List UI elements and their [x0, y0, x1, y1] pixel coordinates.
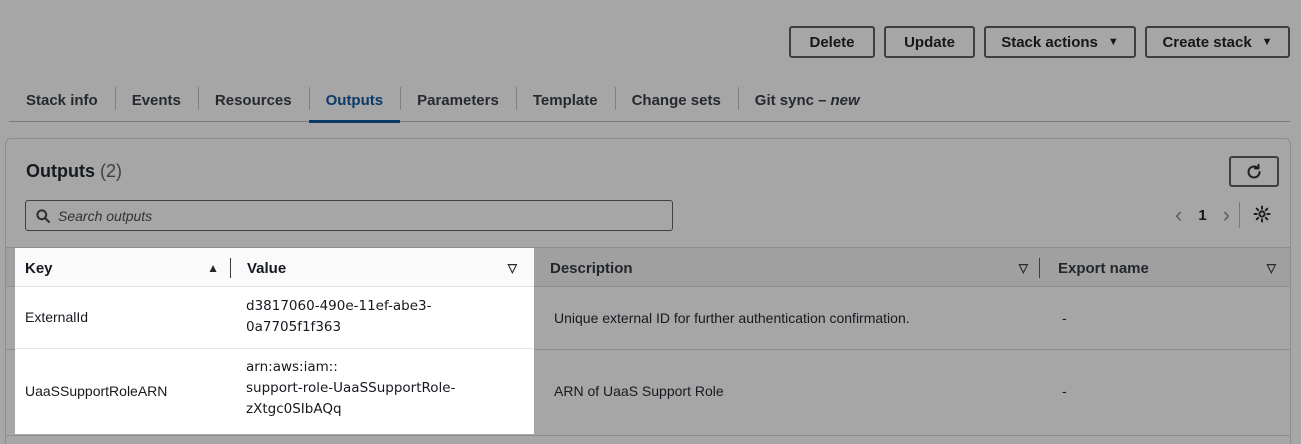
tab-label: Git sync –: [754, 91, 827, 109]
column-header-key[interactable]: Key ▲: [25, 248, 231, 288]
caret-down-icon: ▼: [1261, 36, 1273, 48]
sort-caret-icon[interactable]: ▽: [1267, 261, 1276, 275]
tab-label: Outputs: [325, 91, 384, 109]
gear-icon: [1253, 205, 1271, 223]
column-label: Key: [25, 259, 53, 277]
column-label: Value: [247, 259, 287, 277]
key-cell: UaaSSupportRoleARN: [25, 383, 168, 399]
stack-actions-label: Stack actions: [1001, 33, 1098, 51]
column-header-description[interactable]: Description ▽: [550, 248, 1040, 288]
tab-template[interactable]: Template: [515, 78, 615, 122]
table-row: ExternalId d3817060-490e-11ef-abe3- 0a77…: [15, 287, 534, 349]
tab-outputs[interactable]: Outputs: [308, 78, 401, 123]
column-header-export-name[interactable]: Export name ▽: [1058, 248, 1284, 288]
sort-caret-icon[interactable]: ▽: [508, 261, 517, 275]
value-line: d3817060-490e-11ef-abe3-: [246, 298, 432, 314]
current-page[interactable]: 1: [1198, 207, 1206, 224]
tab-change-sets[interactable]: Change sets: [614, 78, 738, 122]
new-badge: new: [830, 91, 860, 109]
tab-label: Change sets: [631, 91, 721, 109]
refresh-icon: [1247, 163, 1261, 178]
search-icon: [36, 208, 50, 223]
value-line: 0a7705f1f363: [246, 319, 342, 335]
update-button[interactable]: Update: [884, 26, 975, 58]
chevron-right-icon[interactable]: ›: [1223, 202, 1230, 228]
tab-label: Parameters: [417, 91, 499, 109]
value-line: zXtgc0SIbAQq: [246, 401, 342, 417]
column-label: Description: [550, 259, 633, 277]
delete-button[interactable]: Delete: [789, 26, 875, 58]
caret-down-icon: ▼: [1107, 36, 1119, 48]
search-field[interactable]: [25, 200, 673, 231]
tab-label: Stack info: [26, 91, 98, 109]
table-header: Key ▲ Value ▽: [15, 248, 534, 287]
outputs-title: Outputs: [26, 161, 95, 181]
delete-button-label: Delete: [809, 33, 855, 51]
column-divider[interactable]: [1039, 258, 1040, 278]
value-cell: arn:aws:iam:: support-role-UaaSSupportRo…: [246, 357, 455, 420]
tab-events[interactable]: Events: [114, 78, 198, 122]
export-name-cell: -: [1062, 310, 1067, 326]
outputs-count: (2): [100, 161, 123, 181]
create-stack-label: Create stack: [1162, 33, 1252, 51]
tab-parameters[interactable]: Parameters: [400, 78, 516, 122]
tab-git-sync[interactable]: Git sync – new: [737, 78, 877, 122]
sort-caret-icon[interactable]: ▽: [1019, 261, 1028, 275]
description-cell: ARN of UaaS Support Role: [554, 382, 724, 399]
value-cell: d3817060-490e-11ef-abe3- 0a7705f1f363: [246, 296, 432, 338]
description-cell: Unique external ID for further authentic…: [554, 310, 910, 326]
stack-tabs: Stack info Events Resources Outputs Para…: [9, 78, 1290, 123]
value-line: support-role-UaaSSupportRole-: [246, 380, 456, 396]
sort-ascending-icon[interactable]: ▲: [207, 261, 219, 275]
chevron-left-icon[interactable]: ‹: [1175, 202, 1182, 228]
refresh-button[interactable]: [1229, 156, 1279, 187]
tab-label: Template: [532, 91, 598, 109]
update-button-label: Update: [904, 33, 955, 51]
search-input[interactable]: [58, 207, 648, 224]
highlighted-key-value-region: Key ▲ Value ▽ ExternalId d3817060-490e-1…: [15, 248, 534, 434]
stack-actions-dropdown[interactable]: Stack actions ▼: [984, 26, 1136, 58]
column-label: Export name: [1058, 259, 1149, 277]
key-cell: ExternalId: [25, 309, 89, 325]
column-header-value[interactable]: Value ▽: [247, 248, 525, 288]
pagination: ‹ 1 ›: [1175, 202, 1230, 228]
preferences-button[interactable]: [1253, 205, 1273, 225]
column-divider[interactable]: [230, 258, 231, 278]
divider: [1239, 202, 1240, 228]
outputs-heading: Outputs (2): [26, 161, 122, 182]
tab-stack-info[interactable]: Stack info: [9, 78, 115, 122]
tab-label: Resources: [214, 91, 292, 109]
create-stack-dropdown[interactable]: Create stack ▼: [1145, 26, 1290, 58]
tab-label: Events: [131, 91, 181, 109]
tab-resources[interactable]: Resources: [197, 78, 309, 122]
export-name-cell: -: [1062, 382, 1067, 399]
stack-action-bar: Delete Update Stack actions ▼ Create stac…: [789, 26, 1290, 58]
value-line: arn:aws:iam::: [246, 359, 338, 375]
